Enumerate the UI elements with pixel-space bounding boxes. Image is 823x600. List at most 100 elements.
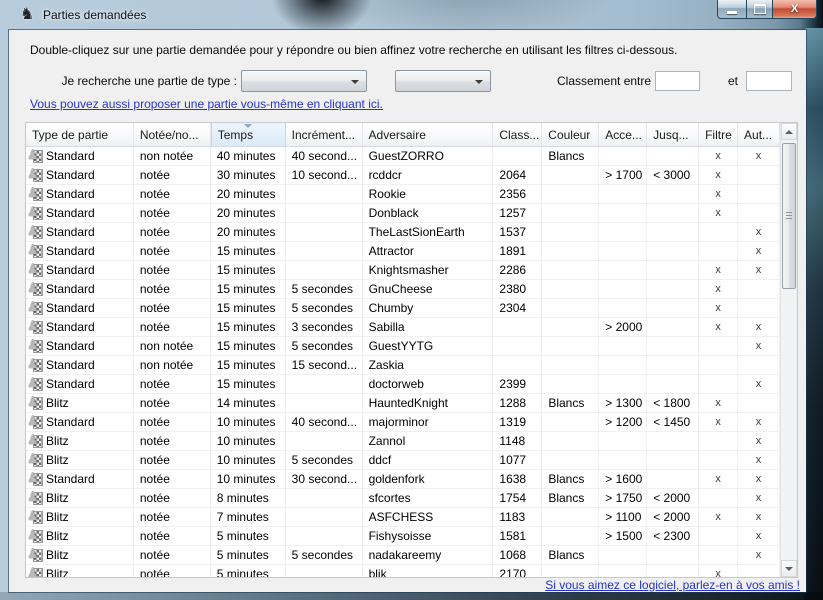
cell-filter	[699, 242, 738, 260]
share-software-link[interactable]: Si vous aimez ce logiciel, parlez-en à v…	[545, 578, 800, 592]
cell-rating	[493, 318, 542, 336]
cell-accept-min	[599, 185, 647, 203]
game-type-text: Standard	[46, 147, 95, 165]
cell-opponent: Rookie	[363, 185, 494, 203]
cell-time: 15 minutes	[211, 261, 286, 279]
cell-filter	[699, 356, 738, 374]
cell-auto: x	[738, 470, 780, 488]
vertical-scrollbar[interactable]	[780, 123, 797, 577]
table-row[interactable]: Blitznotée5 minutes5 secondesnadakareemy…	[26, 546, 780, 565]
column-header-rating[interactable]: Class...	[493, 123, 542, 146]
cell-auto: x	[738, 318, 780, 336]
column-header-accept-max[interactable]: Jusq...	[647, 123, 699, 146]
column-header-color[interactable]: Couleur	[542, 123, 599, 146]
cell-filter	[699, 432, 738, 450]
chess-piece-icon	[28, 339, 43, 354]
cell-accept-min: > 2000	[599, 318, 647, 336]
table-row[interactable]: Blitznotée7 minutesASFCHESS1183> 1100< 2…	[26, 508, 780, 527]
titlebar[interactable]: ♞ Parties demandées X	[0, 0, 823, 30]
cell-accept-min	[599, 147, 647, 165]
column-header-rated[interactable]: Notée/no...	[134, 123, 211, 146]
cell-filter	[699, 527, 738, 545]
table-row[interactable]: Standardnotée15 minutes5 secondesGnuChee…	[26, 280, 780, 299]
table-row[interactable]: Standardnon notée15 minutes15 second...Z…	[26, 356, 780, 375]
cell-rating: 2380	[493, 280, 542, 298]
cell-filter	[699, 546, 738, 564]
cell-accept-max: < 2000	[647, 508, 699, 526]
cell-auto: x	[738, 508, 780, 526]
cell-accept-min: > 1100	[599, 508, 647, 526]
cell-accept-min: > 1300	[599, 394, 647, 412]
cell-type: Standard	[26, 413, 134, 431]
rating-min-input[interactable]	[655, 71, 700, 91]
cell-accept-max: < 3000	[647, 166, 699, 184]
column-header-filter[interactable]: Filtre	[699, 123, 738, 146]
cell-accept-min: > 1600	[599, 470, 647, 488]
column-header-type[interactable]: Type de partie	[26, 123, 134, 146]
table-row[interactable]: Blitznotée10 minutesZannol1148x	[26, 432, 780, 451]
table-row[interactable]: Standardnon notée40 minutes40 second...G…	[26, 147, 780, 166]
cell-filter	[699, 489, 738, 507]
table-row[interactable]: Standardnotée20 minutesTheLastSionEarth1…	[26, 223, 780, 242]
app-icon: ♞	[20, 6, 38, 24]
table-row[interactable]: Standardnotée15 minutes3 secondesSabilla…	[26, 318, 780, 337]
maximize-button[interactable]	[746, 0, 773, 19]
column-header-time[interactable]: Temps	[211, 123, 286, 146]
close-icon: X	[791, 3, 798, 15]
cell-rating: 1891	[493, 242, 542, 260]
table-row[interactable]: Blitznotée10 minutes5 secondesddcf1077x	[26, 451, 780, 470]
cell-accept-min: > 1500	[599, 527, 647, 545]
cell-rated: non notée	[134, 147, 211, 165]
cell-rating: 1288	[493, 394, 542, 412]
column-header-auto[interactable]: Aut...	[738, 123, 780, 146]
chess-piece-icon	[28, 396, 43, 411]
scrollbar-thumb[interactable]	[782, 143, 796, 289]
scroll-up-button[interactable]	[781, 123, 797, 140]
table-row[interactable]: Standardnotée10 minutes40 second...major…	[26, 413, 780, 432]
scroll-down-button[interactable]	[781, 560, 797, 577]
table-row[interactable]: Standardnotée20 minutesDonblack1257x	[26, 204, 780, 223]
column-header-increment[interactable]: Incrément...	[286, 123, 363, 146]
table-row[interactable]: Standardnotée15 minutesKnightsmasher2286…	[26, 261, 780, 280]
chess-piece-icon	[28, 567, 43, 578]
maximize-icon	[754, 4, 766, 14]
cell-opponent: nadakareemy	[363, 546, 494, 564]
table-row[interactable]: Blitznotée5 minutesblik2170x	[26, 565, 780, 577]
dialog-client-area: Double-cliquez sur une partie demandée p…	[9, 30, 806, 592]
cell-accept-max	[647, 204, 699, 222]
minimize-button[interactable]	[717, 0, 746, 19]
cell-rating: 2170	[493, 565, 542, 577]
cell-time: 14 minutes	[211, 394, 286, 412]
table-row[interactable]: Blitznotée5 minutesFishysoisse1581> 1500…	[26, 527, 780, 546]
close-button[interactable]: X	[773, 0, 817, 19]
table-row[interactable]: Standardnotée15 minutesdoctorweb2399x	[26, 375, 780, 394]
game-type-text: Standard	[46, 166, 95, 184]
table-row[interactable]: Blitznotée8 minutessfcortes1754Blancs> 1…	[26, 489, 780, 508]
propose-game-link[interactable]: Vous pouvez aussi proposer une partie vo…	[30, 97, 383, 111]
cell-color	[542, 280, 599, 298]
cell-increment: 5 secondes	[286, 451, 363, 469]
cell-color	[542, 166, 599, 184]
cell-increment	[286, 565, 363, 577]
table-row[interactable]: Standardnotée30 minutes10 second...rcddc…	[26, 166, 780, 185]
table-row[interactable]: Standardnotée15 minutes5 secondesChumby2…	[26, 299, 780, 318]
game-type-text: Standard	[46, 299, 95, 317]
game-type-select[interactable]	[241, 70, 367, 92]
cell-auto	[738, 565, 780, 577]
table-row[interactable]: Standardnotée15 minutesAttractor1891x	[26, 242, 780, 261]
game-subtype-select[interactable]	[395, 70, 491, 92]
table-row[interactable]: Standardnon notée15 minutes5 secondesGue…	[26, 337, 780, 356]
cell-filter: x	[699, 261, 738, 279]
column-header-opponent[interactable]: Adversaire	[363, 123, 494, 146]
cell-filter: x	[699, 299, 738, 317]
rating-max-input[interactable]	[746, 71, 792, 91]
column-header-accept-min[interactable]: Acce...	[599, 123, 647, 146]
game-type-text: Blitz	[46, 432, 69, 450]
table-row[interactable]: Standardnotée20 minutesRookie2356x	[26, 185, 780, 204]
table-row[interactable]: Blitznotée14 minutesHauntedKnight1288Bla…	[26, 394, 780, 413]
cell-opponent: GuestZORRO	[363, 147, 494, 165]
cell-accept-max	[647, 147, 699, 165]
table-row[interactable]: Standardnotée10 minutes30 second...golde…	[26, 470, 780, 489]
cell-auto: x	[738, 242, 780, 260]
cell-increment	[286, 489, 363, 507]
